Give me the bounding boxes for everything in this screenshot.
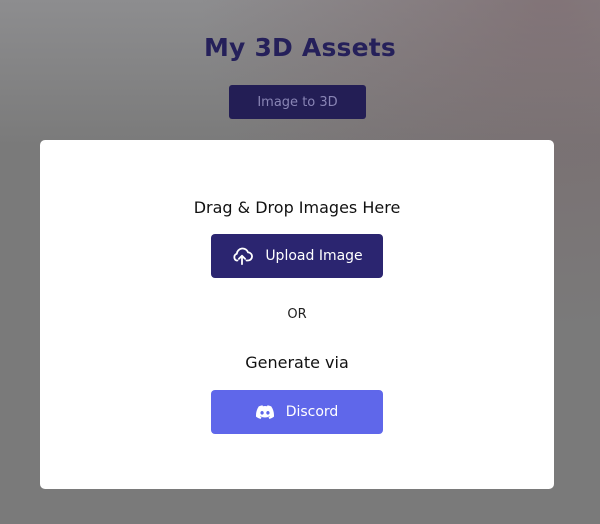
generate-via-text: Generate via xyxy=(245,353,349,372)
discord-button[interactable]: Discord xyxy=(211,390,383,434)
page-title: My 3D Assets xyxy=(203,33,397,62)
discord-label: Discord xyxy=(285,404,339,420)
cloud-upload-icon xyxy=(231,247,254,265)
upload-card: Drag & Drop Images Here Upload Image OR … xyxy=(40,140,554,489)
image-to-3d-button[interactable]: Image to 3D xyxy=(229,85,366,119)
drop-zone-text: Drag & Drop Images Here xyxy=(193,198,401,217)
or-separator: OR xyxy=(287,307,307,322)
upload-image-label: Upload Image xyxy=(265,248,363,264)
discord-icon xyxy=(255,405,274,419)
upload-image-button[interactable]: Upload Image xyxy=(211,234,383,278)
